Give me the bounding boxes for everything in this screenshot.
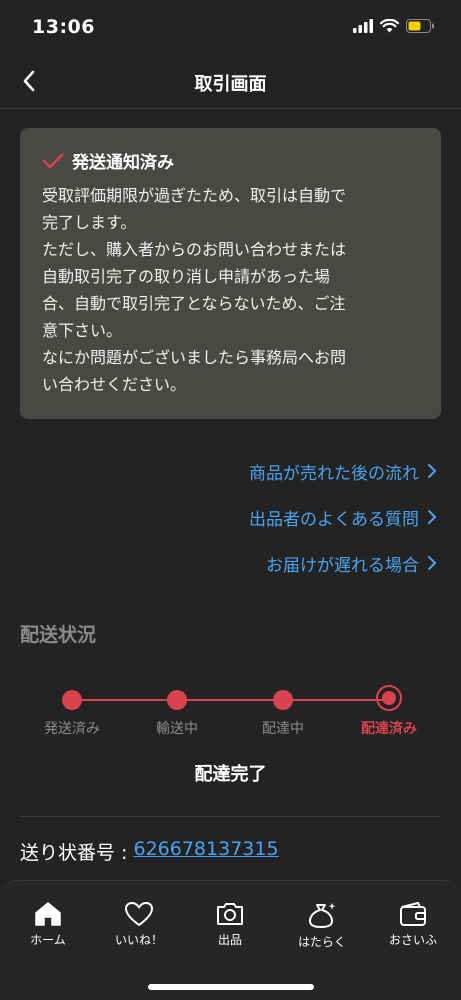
link-label: お届けが遅れる場合	[266, 555, 419, 576]
wifi-icon	[380, 19, 399, 33]
tracking-label: 送り状番号 :	[20, 842, 134, 864]
step-label: 輸送中	[156, 721, 198, 737]
tab-label: ホーム	[30, 933, 66, 947]
signal-icon	[353, 19, 373, 33]
shipping-notice-card: 発送通知済み 受取評価期限が過ぎたため、取引は自動で 完了します。 ただし、購入…	[20, 128, 441, 419]
bottom-tab-bar: ホーム いいね！ 出品 はたらく おさいふ	[0, 880, 461, 1000]
nav-bar: 取引画面	[0, 56, 461, 109]
tab-sell[interactable]: 出品	[190, 901, 270, 948]
money-bag-icon	[309, 903, 336, 928]
tab-home[interactable]: ホーム	[8, 901, 88, 948]
step-dot-in-transit	[167, 690, 187, 710]
step-dot-shipped	[62, 690, 82, 710]
link-seller-faq[interactable]: 出品者のよくある質問	[249, 494, 437, 540]
chevron-right-icon	[428, 464, 436, 478]
checkmark-icon	[42, 153, 64, 168]
tab-label: はたらく	[298, 935, 346, 949]
battery-icon	[406, 19, 434, 33]
tracking-number-row: 送り状番号 : 626678137315	[20, 838, 279, 865]
step-dot-delivered-current	[376, 685, 402, 711]
step-label-current: 配達済み	[361, 721, 417, 737]
heart-icon	[125, 902, 153, 926]
divider	[20, 816, 441, 817]
notice-body: 受取評価期限が過ぎたため、取引は自動で 完了します。 ただし、購入者からのお問い…	[42, 186, 347, 394]
page-title: 取引画面	[194, 74, 267, 95]
status-time: 13:06	[32, 16, 95, 38]
link-delivery-delay[interactable]: お届けが遅れる場合	[249, 540, 437, 586]
help-links: 商品が売れた後の流れ 出品者のよくある質問 お届けが遅れる場合	[249, 448, 437, 586]
tab-likes[interactable]: いいね！	[99, 901, 179, 948]
tab-work[interactable]: はたらく	[282, 901, 362, 950]
status-bar: 13:06	[0, 0, 461, 56]
step-dot-out-for-delivery	[273, 690, 293, 710]
shipping-status-title: 配送状況	[20, 624, 97, 646]
delivery-status-text: 配達完了	[194, 764, 267, 785]
tab-label: おさいふ	[388, 933, 437, 947]
link-label: 出品者のよくある質問	[249, 509, 419, 530]
link-label: 商品が売れた後の流れ	[249, 463, 419, 484]
status-icons	[353, 19, 435, 33]
link-flow-after-sale[interactable]: 商品が売れた後の流れ	[249, 448, 437, 494]
notice-title: 発送通知済み	[72, 153, 174, 173]
tracking-number-link[interactable]: 626678137315	[133, 838, 278, 865]
step-label: 発送済み	[44, 721, 100, 737]
shipping-progress-tracker: 発送済み 輸送中 配達中 配達済み	[0, 680, 461, 750]
tab-label: 出品	[217, 933, 242, 947]
step-label: 配達中	[262, 721, 304, 737]
chevron-right-icon	[428, 556, 436, 570]
home-icon	[35, 902, 61, 926]
home-indicator	[148, 984, 314, 990]
tab-label: いいね！	[114, 933, 163, 947]
chevron-right-icon	[428, 510, 436, 524]
tab-wallet[interactable]: おさいふ	[373, 901, 453, 948]
progress-line	[72, 699, 389, 701]
camera-icon	[217, 903, 243, 925]
wallet-icon	[400, 902, 426, 926]
notice-title-row: 発送通知済み	[42, 148, 423, 173]
